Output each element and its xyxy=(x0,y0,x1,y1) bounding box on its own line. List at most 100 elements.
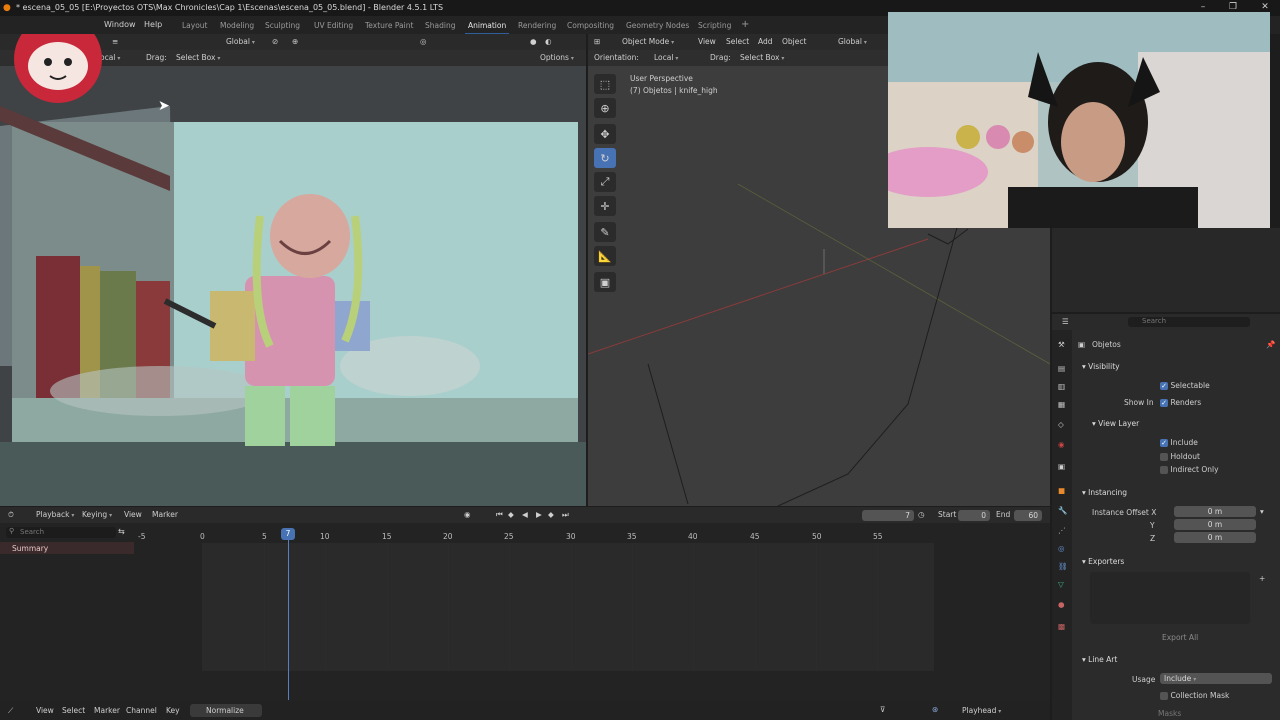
texture-tab-icon[interactable]: ▩ xyxy=(1058,622,1065,631)
keying-menu[interactable]: Keying xyxy=(82,510,112,519)
menu-help[interactable]: Help xyxy=(144,20,162,29)
physics-tab-icon[interactable]: ◎ xyxy=(1058,544,1065,553)
rotate-tool-icon[interactable]: ↻ xyxy=(594,148,616,168)
scene-tab-icon[interactable]: ◇ xyxy=(1058,420,1064,429)
filter-icon[interactable]: ⊽ xyxy=(880,705,886,714)
jump-start-icon[interactable]: ⏮ xyxy=(496,510,503,520)
play-icon[interactable]: ▶ xyxy=(536,510,542,519)
tab-sculpting[interactable]: Sculpting xyxy=(265,21,300,30)
normalize-toggle[interactable]: Normalize xyxy=(190,704,262,717)
footer-select-menu[interactable]: Select xyxy=(62,706,85,715)
exporters-section[interactable]: ▾ Exporters xyxy=(1082,557,1124,566)
usage-dropdown[interactable]: Include xyxy=(1160,673,1272,684)
end-frame-field[interactable]: 60 xyxy=(1014,510,1042,521)
keyframe-area[interactable] xyxy=(202,543,934,671)
snapping-icon[interactable]: ⊛ xyxy=(932,705,938,714)
include-row[interactable]: ✓ Include xyxy=(1160,438,1198,447)
options-dropdown[interactable]: Options xyxy=(540,53,574,62)
transform-tool-icon[interactable]: ✛ xyxy=(594,196,616,216)
collection-tab-icon[interactable]: ▣ xyxy=(1058,462,1065,471)
exporters-list[interactable] xyxy=(1090,572,1250,624)
tab-modeling[interactable]: Modeling xyxy=(220,21,254,30)
footer-editor-icon[interactable]: ⟋ xyxy=(8,706,13,716)
collection-mask-row[interactable]: Collection Mask xyxy=(1160,691,1229,700)
footer-view-menu[interactable]: View xyxy=(36,706,54,715)
renders-row[interactable]: ✓ Renders xyxy=(1160,398,1201,407)
data-tab-icon[interactable]: ▽ xyxy=(1058,580,1064,589)
menu-icon[interactable]: ≡ xyxy=(112,37,118,46)
view-layer-section[interactable]: ▾ View Layer xyxy=(1092,419,1139,428)
render-tab-icon[interactable]: ▤ xyxy=(1058,364,1065,373)
properties-editor-icon[interactable]: ☰ xyxy=(1062,317,1069,326)
tab-layout[interactable]: Layout xyxy=(182,21,208,30)
cursor-tool-icon[interactable]: ⊕ xyxy=(594,98,616,118)
tab-animation[interactable]: Animation xyxy=(464,21,510,35)
tab-rendering[interactable]: Rendering xyxy=(518,21,556,30)
tab-shading[interactable]: Shading xyxy=(425,21,455,30)
tab-geometry-nodes[interactable]: Geometry Nodes xyxy=(626,21,689,30)
constraints-tab-icon[interactable]: ⛓ xyxy=(1058,562,1068,571)
visibility-section[interactable]: ▾ Visibility xyxy=(1082,362,1120,371)
dope-sheet[interactable]: ⏱ Playback Keying View Marker ◉ ⏮ ◆ ◀ ▶ … xyxy=(0,507,1050,701)
move-tool-icon[interactable]: ✥ xyxy=(594,124,616,144)
camera-viewport[interactable]: ≡ Global ⊘ ⊕ ◎ ● ◐ ocal Drag: Select Box… xyxy=(0,34,586,506)
indirect-only-checkbox[interactable] xyxy=(1160,465,1168,474)
line-art-section[interactable]: ▾ Line Art xyxy=(1082,655,1117,664)
tool-tab-icon[interactable]: ⚒ xyxy=(1058,340,1065,349)
export-all-button[interactable]: Export All xyxy=(1162,633,1198,642)
footer-marker-menu[interactable]: Marker xyxy=(94,706,120,715)
proportional-icon[interactable]: ⊕ xyxy=(292,37,298,46)
material-tab-icon[interactable]: ● xyxy=(1058,600,1065,609)
tab-texture-paint[interactable]: Texture Paint xyxy=(365,21,413,30)
instance-offset-x-field[interactable]: 0 m xyxy=(1174,506,1256,517)
timeline-view-menu[interactable]: View xyxy=(124,510,142,519)
footer-key-menu[interactable]: Key xyxy=(166,706,180,715)
playhead-line[interactable] xyxy=(288,540,289,700)
selectable-row[interactable]: ✓ Selectable xyxy=(1160,381,1210,390)
play-reverse-icon[interactable]: ◀ xyxy=(522,510,528,519)
start-frame-field[interactable]: 0 xyxy=(958,510,990,521)
pin-icon[interactable]: 📌 xyxy=(1266,340,1275,349)
current-frame-field[interactable]: 7 xyxy=(862,510,914,521)
scale-tool-icon[interactable]: ⤢ xyxy=(594,172,616,192)
timeline-editor-icon[interactable]: ⏱ xyxy=(8,510,14,520)
swap-icon[interactable]: ⇆ xyxy=(118,527,125,536)
playhead-dropdown[interactable]: Playhead xyxy=(962,706,1001,715)
left-drag-dropdown[interactable]: Select Box xyxy=(176,53,220,62)
holdout-row[interactable]: Holdout xyxy=(1160,452,1200,461)
indirect-only-row[interactable]: Indirect Only xyxy=(1160,465,1219,474)
add-cube-tool-icon[interactable]: ▣ xyxy=(594,272,616,292)
view-layer-tab-icon[interactable]: ▦ xyxy=(1058,400,1065,409)
footer-channel-menu[interactable]: Channel xyxy=(126,706,157,715)
shading-material-icon[interactable]: ◐ xyxy=(545,37,552,46)
add-workspace-button[interactable]: + xyxy=(741,19,749,30)
summary-channel[interactable]: Summary xyxy=(0,542,134,554)
overlay-icon[interactable]: ◎ xyxy=(420,37,427,46)
tab-compositing[interactable]: Compositing xyxy=(567,21,614,30)
prev-key-icon[interactable]: ◆ xyxy=(508,510,514,519)
channel-search[interactable]: ⚲ Search xyxy=(6,527,116,538)
instance-offset-y-field[interactable]: 0 m xyxy=(1174,519,1256,530)
autokey-icon[interactable]: ◉ xyxy=(464,510,471,519)
add-exporter-icon[interactable]: + xyxy=(1259,574,1265,583)
driver-icon[interactable]: ▾ xyxy=(1260,507,1264,516)
playback-menu[interactable]: Playback xyxy=(36,510,74,519)
properties-search[interactable]: Search xyxy=(1128,317,1250,327)
modifier-tab-icon[interactable]: 🔧 xyxy=(1058,506,1067,515)
include-checkbox[interactable]: ✓ xyxy=(1160,438,1168,447)
particles-tab-icon[interactable]: ⋰ xyxy=(1058,526,1066,535)
snap-icon[interactable]: ⊘ xyxy=(272,37,278,46)
instancing-section[interactable]: ▾ Instancing xyxy=(1082,488,1127,497)
preview-range-icon[interactable]: ◷ xyxy=(918,510,925,519)
selectable-checkbox[interactable]: ✓ xyxy=(1160,381,1168,390)
next-key-icon[interactable]: ◆ xyxy=(548,510,554,519)
object-tab-icon[interactable]: ■ xyxy=(1058,486,1065,495)
renders-checkbox[interactable]: ✓ xyxy=(1160,398,1168,407)
select-box-tool-icon[interactable]: ⬚ xyxy=(594,74,616,94)
output-tab-icon[interactable]: ▥ xyxy=(1058,382,1065,391)
menu-window[interactable]: Window xyxy=(104,20,136,29)
tab-uv-editing[interactable]: UV Editing xyxy=(314,21,353,30)
world-tab-icon[interactable]: ◉ xyxy=(1058,440,1065,449)
shading-solid-icon[interactable]: ● xyxy=(530,37,537,46)
tab-scripting[interactable]: Scripting xyxy=(698,21,731,30)
